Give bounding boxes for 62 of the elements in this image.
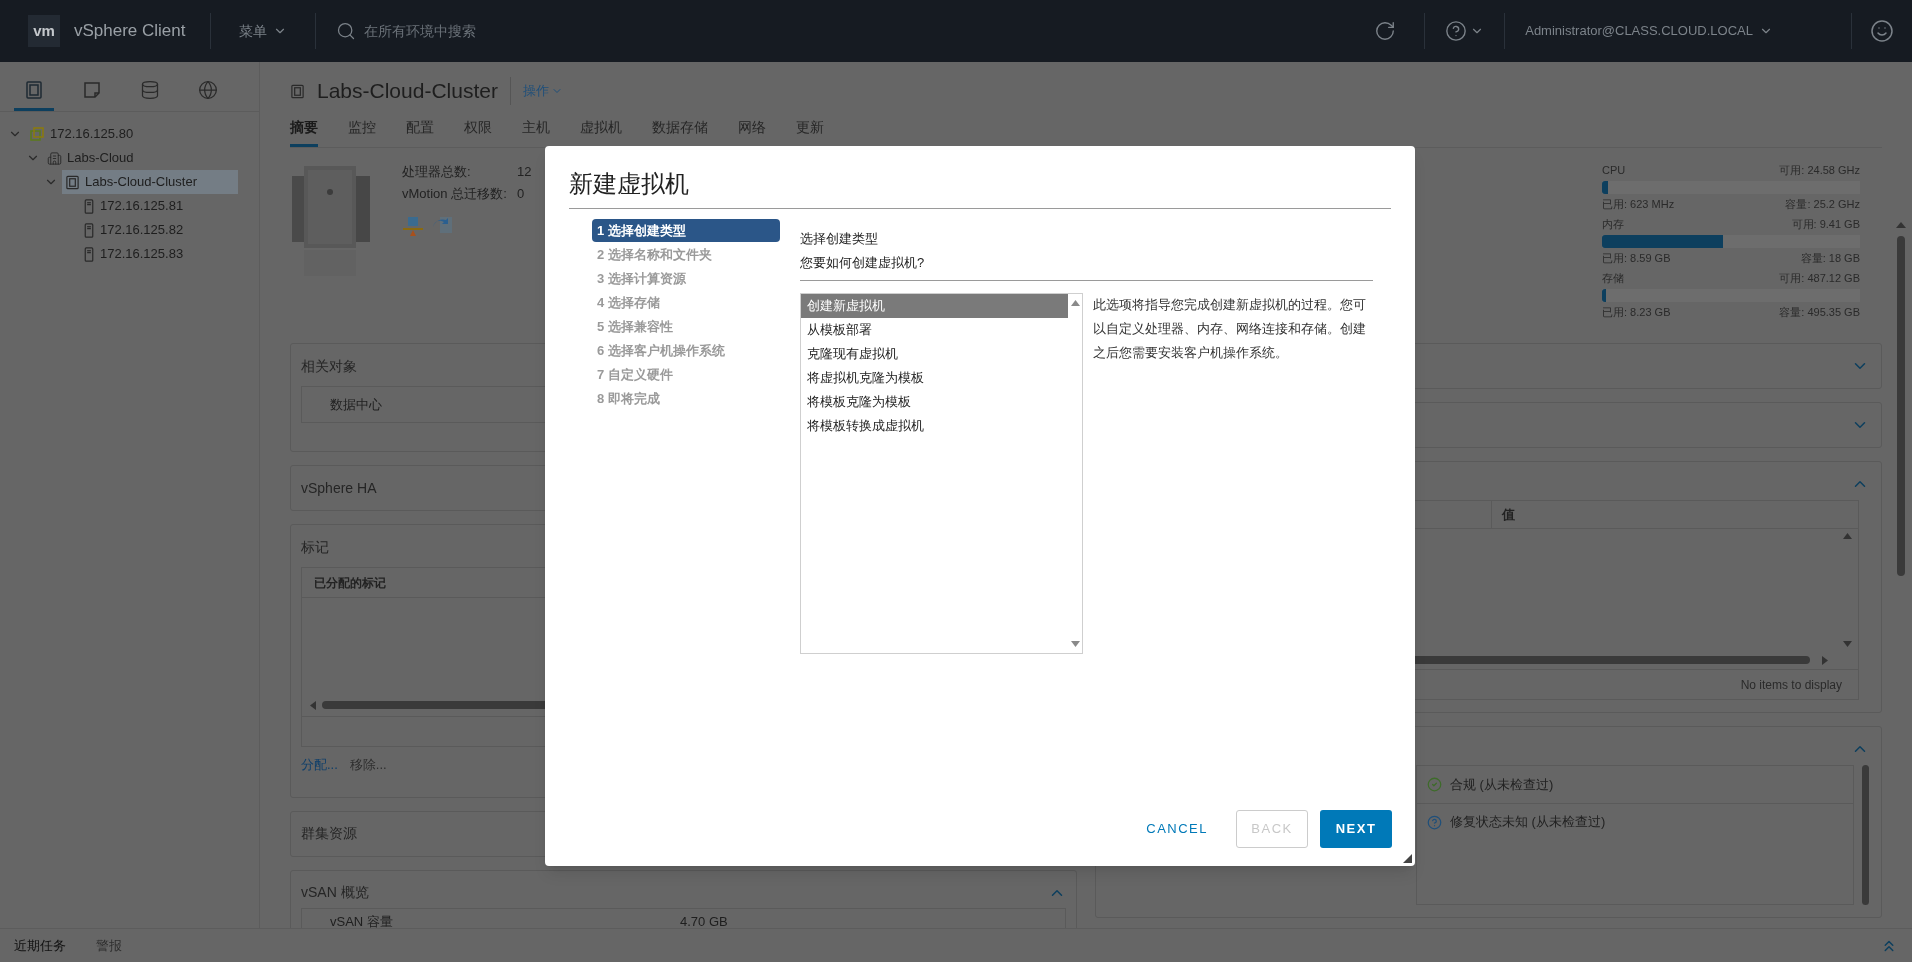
user-menu[interactable]: Administrator@CLASS.CLOUD.LOCAL: [1505, 21, 1793, 41]
section-heading: 选择创建类型: [800, 230, 879, 248]
next-button[interactable]: NEXT: [1320, 810, 1392, 848]
wizard-step[interactable]: 4 选择存储: [592, 291, 780, 314]
field-value: 0: [517, 184, 525, 203]
wizard-step[interactable]: 7 自定义硬件: [592, 363, 780, 386]
card-title: 相关对象: [301, 356, 357, 376]
card-title: 群集资源: [301, 824, 357, 843]
list-option[interactable]: 将模板转换成虚拟机: [801, 414, 1068, 438]
tree-item[interactable]: 172.16.125.83: [80, 242, 194, 266]
wizard-step[interactable]: 6 选择客户机操作系统: [592, 339, 780, 362]
tab[interactable]: 摘要: [290, 117, 318, 147]
wizard-step[interactable]: 5 选择兼容性: [592, 315, 780, 338]
dialog-title: 新建虚拟机: [569, 170, 689, 197]
list-option[interactable]: 将虚拟机克隆为模板: [801, 366, 1068, 390]
capacity-value: 4.70 GB: [680, 912, 728, 928]
tab[interactable]: 监控: [348, 117, 376, 147]
tree-item[interactable]: 172.16.125.82: [80, 218, 194, 242]
tree-item[interactable]: 172.16.125.81: [80, 194, 194, 218]
bottom-tab[interactable]: 警报: [96, 935, 122, 956]
list-option[interactable]: 创建新虚拟机: [801, 294, 1068, 318]
tab[interactable]: 更新: [796, 117, 824, 147]
status-label: 合规 (从未检查过): [1450, 775, 1554, 794]
list-option[interactable]: 克隆现有虚拟机: [801, 342, 1068, 366]
tab[interactable]: 网络: [738, 117, 766, 147]
actions-dropdown[interactable]: 操作: [522, 81, 563, 101]
tree-item[interactable]: Labs-Cloud: [44, 146, 144, 170]
cancel-button[interactable]: CANCEL: [1132, 810, 1222, 848]
resource-name: CPU: [1602, 163, 1626, 178]
related-object-label[interactable]: 数据中心: [330, 394, 382, 415]
tab[interactable]: 数据存储: [652, 117, 708, 147]
card-title: vSphere HA: [301, 478, 377, 498]
wizard-step[interactable]: 3 选择计算资源: [592, 267, 780, 290]
card-title: vSAN 概览: [301, 883, 369, 902]
wizard-step[interactable]: 1 选择创建类型: [592, 219, 780, 242]
object-title: Labs-Cloud-Cluster: [317, 78, 498, 105]
list-option[interactable]: 从模板部署: [801, 318, 1068, 342]
empty-message: No items to display: [1740, 676, 1842, 694]
search-field[interactable]: 在所有环境中搜索: [364, 20, 764, 42]
card-title: 标记: [301, 537, 329, 557]
logo[interactable]: vm: [28, 15, 60, 47]
action-link[interactable]: 分配...: [301, 755, 338, 775]
column-header: 值: [1500, 505, 1515, 524]
app-title: vSphere Client: [74, 20, 186, 43]
wizard-step[interactable]: 2 选择名称和文件夹: [592, 243, 780, 266]
tree-item[interactable]: Labs-Cloud-Cluster: [62, 170, 238, 194]
menu-dropdown[interactable]: 菜单: [211, 20, 315, 42]
status-label: 修复状态未知 (从未检查过): [1450, 813, 1606, 832]
bottom-tab[interactable]: 近期任务: [14, 935, 66, 956]
capacity-label: vSAN 容量: [330, 912, 394, 928]
list-option[interactable]: 将模板克隆为模板: [801, 390, 1068, 414]
question-text: 您要如何创建虚拟机?: [800, 253, 926, 272]
tab[interactable]: 权限: [464, 117, 492, 147]
tree-item[interactable]: 172.16.125.80: [26, 122, 144, 146]
tab[interactable]: 虚拟机: [580, 117, 622, 147]
field-value: 12: [517, 163, 532, 181]
tab[interactable]: 配置: [406, 117, 434, 147]
field-label: 处理器总数:: [402, 163, 472, 181]
field-label: vMotion 总迁移数:: [402, 184, 508, 203]
tab[interactable]: 主机: [522, 117, 550, 147]
option-description: 此选项将指导您完成创建新虚拟机的过程。您可以自定义处理器、内存、网络连接和存储。创建之后您需要安装客户机操作系统。: [1093, 296, 1367, 362]
wizard-step[interactable]: 8 即将完成: [592, 387, 780, 410]
